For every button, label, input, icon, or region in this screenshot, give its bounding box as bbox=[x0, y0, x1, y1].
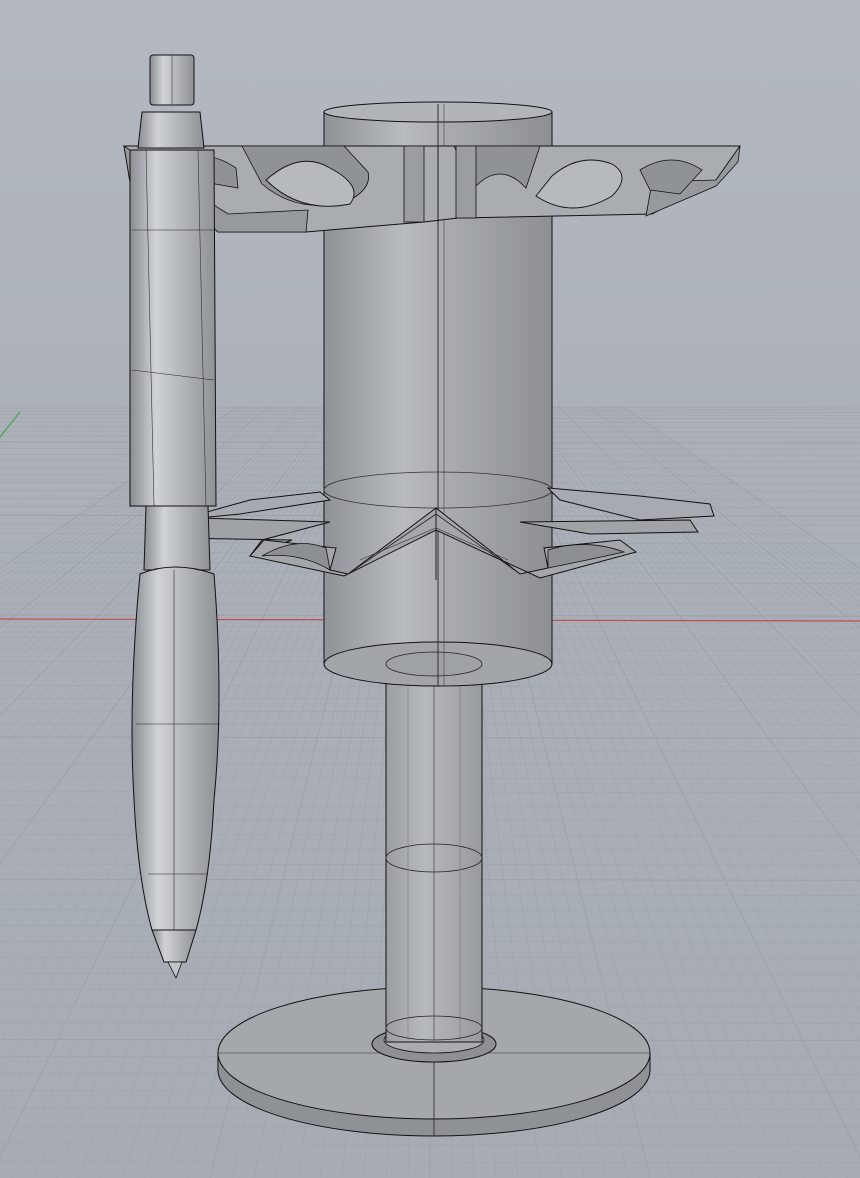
viewport-scene[interactable] bbox=[0, 0, 860, 1178]
stem-cylinder[interactable] bbox=[385, 661, 483, 1043]
upper-pen-holder-ring[interactable] bbox=[123, 145, 741, 233]
pen[interactable] bbox=[129, 54, 220, 979]
y-axis-line bbox=[0, 411, 21, 438]
rhino-3d-viewport[interactable] bbox=[0, 0, 860, 1178]
